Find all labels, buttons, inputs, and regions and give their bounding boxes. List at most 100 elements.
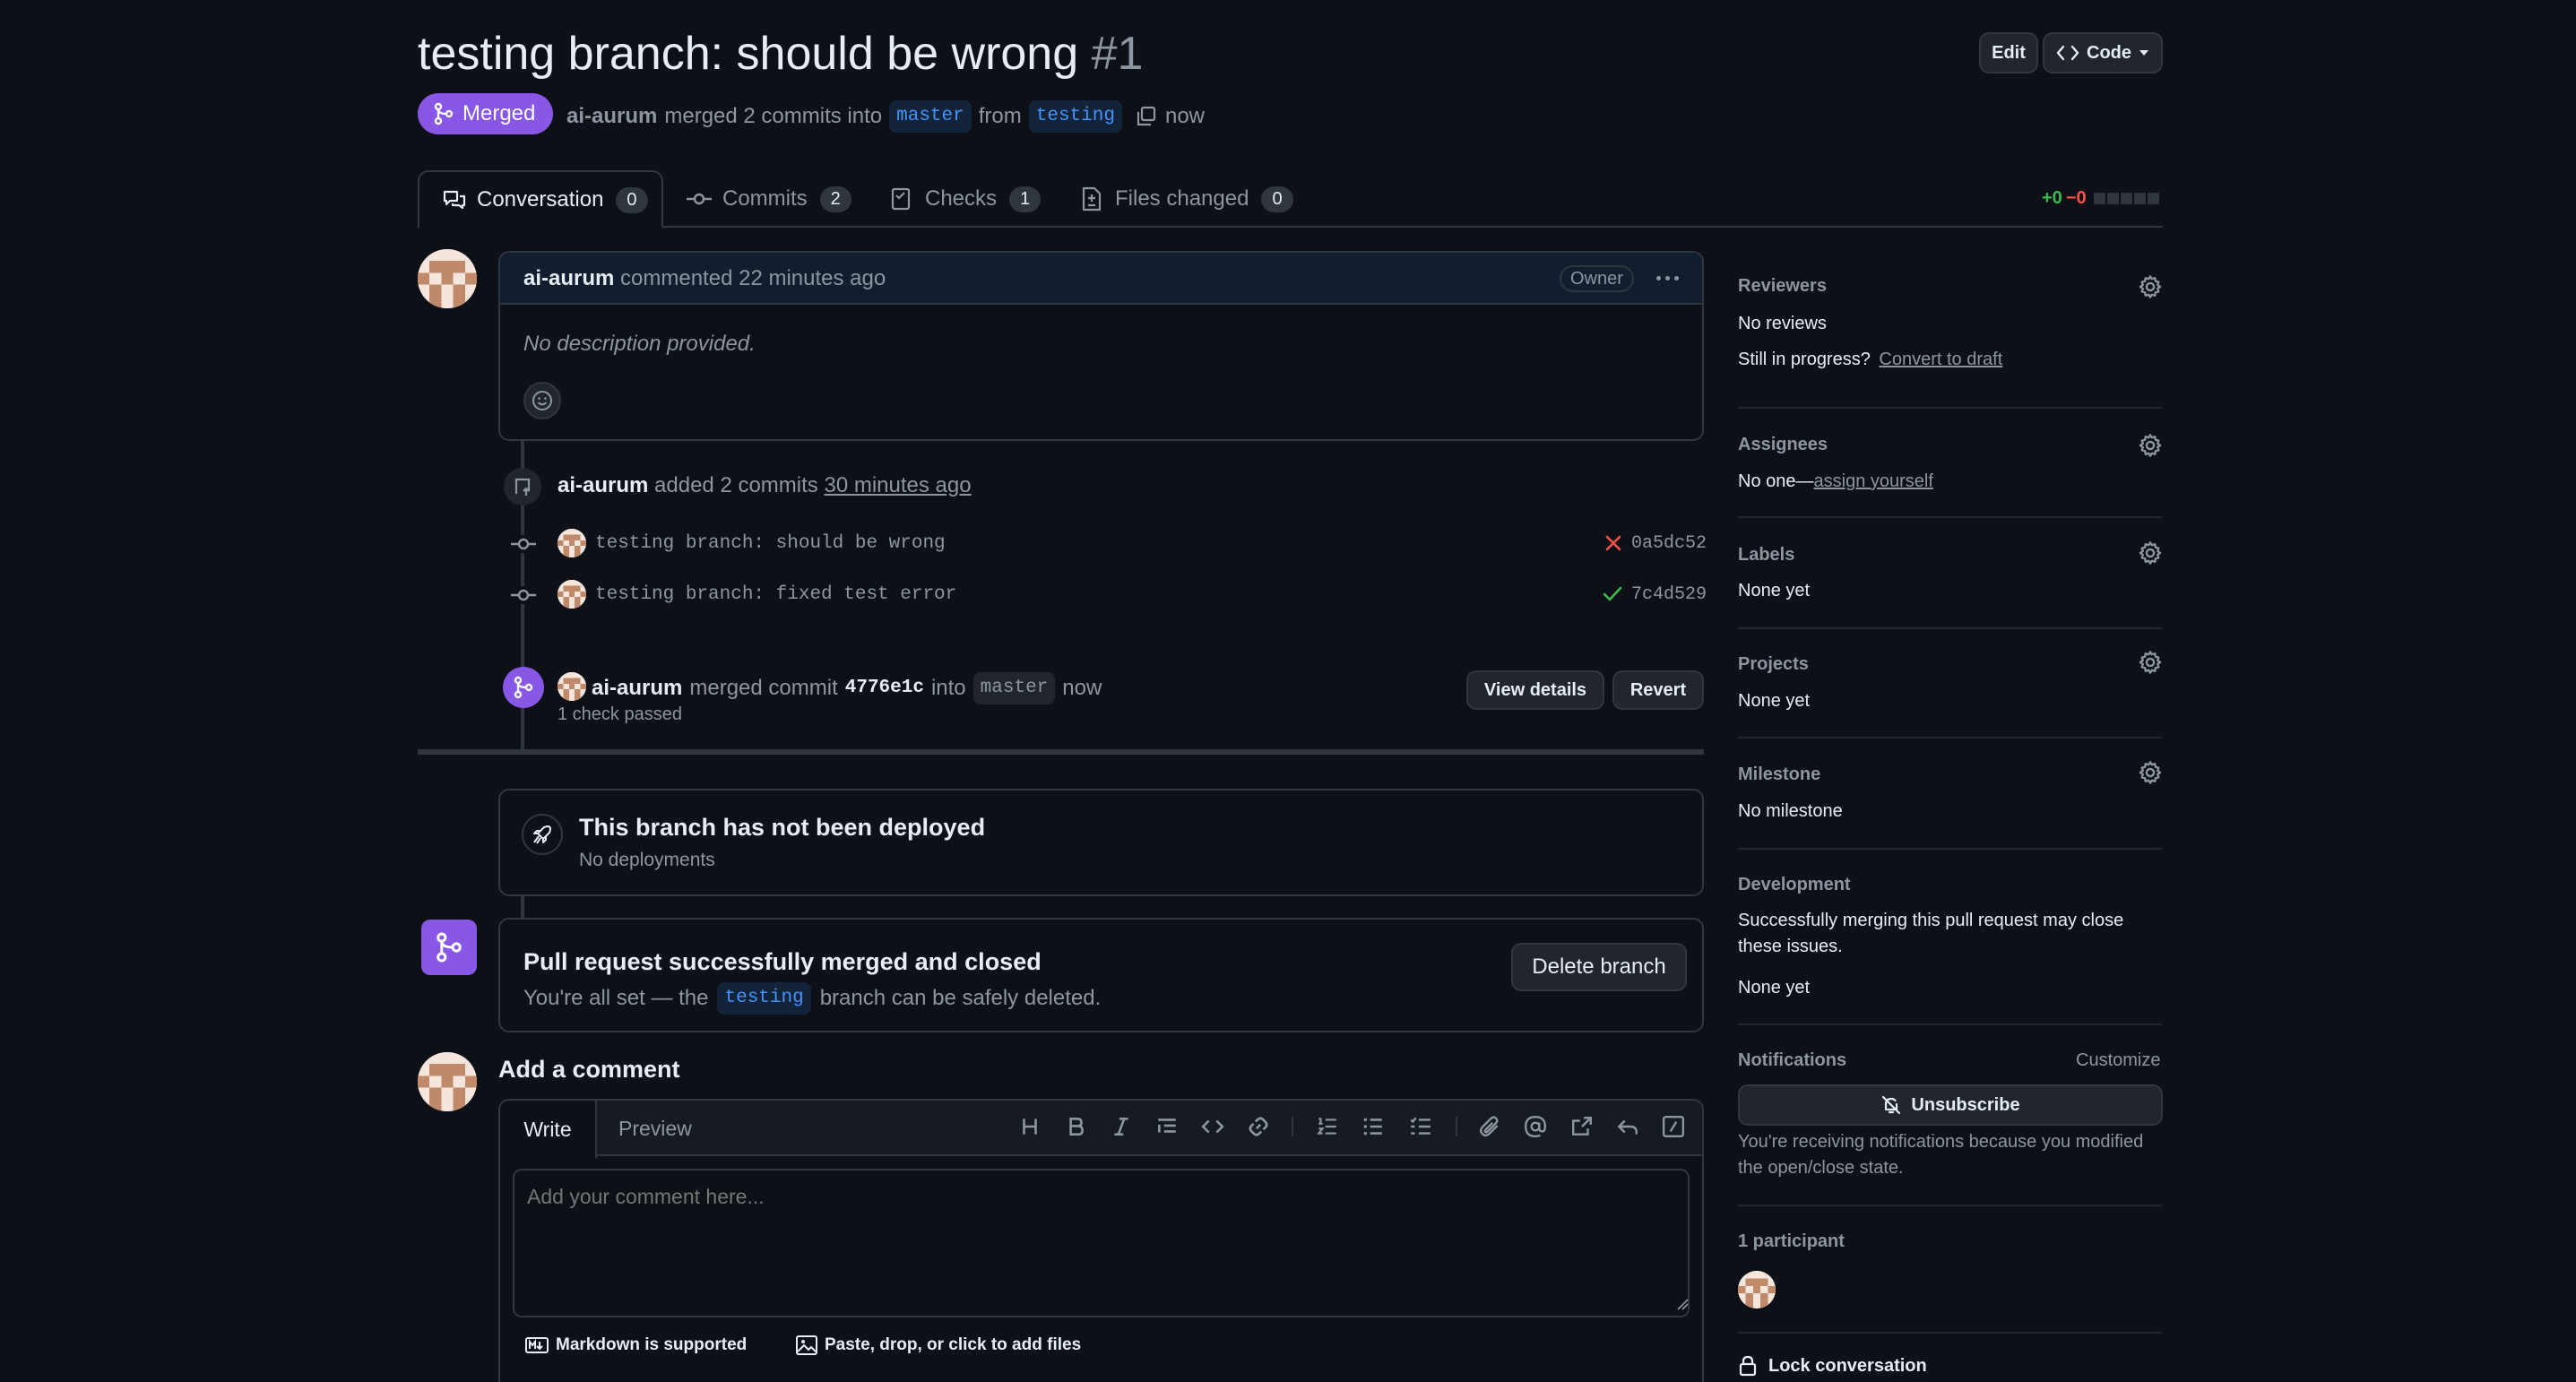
- comment-textarea[interactable]: [513, 1169, 1690, 1317]
- commit-sha[interactable]: 0a5dc52: [1631, 531, 1707, 557]
- x-icon[interactable]: [1604, 534, 1622, 552]
- link-icon[interactable]: [1245, 1113, 1272, 1140]
- code-button[interactable]: Code: [2043, 32, 2163, 73]
- base-branch[interactable]: master: [889, 100, 972, 133]
- bulleted-list-icon[interactable]: [1360, 1113, 1387, 1140]
- merge-avatar[interactable]: [558, 672, 586, 701]
- mention-icon[interactable]: [1522, 1113, 1549, 1140]
- head-branch[interactable]: testing: [1028, 100, 1122, 133]
- event-author[interactable]: ai-aurum: [558, 473, 648, 497]
- tab-checks[interactable]: Checks 1: [891, 170, 1042, 228]
- merge-target-branch[interactable]: master: [972, 672, 1056, 704]
- task-list-icon[interactable]: [1407, 1113, 1434, 1140]
- chevron-down-icon: [2139, 50, 2148, 56]
- deploy-title: This branch has not been deployed: [579, 814, 986, 841]
- cross-reference-icon[interactable]: [1569, 1113, 1595, 1140]
- code-icon[interactable]: [1199, 1113, 1226, 1140]
- merged-subtitle: You're all set — the testing branch can …: [523, 982, 1101, 1015]
- bold-icon[interactable]: [1062, 1113, 1089, 1140]
- unsubscribe-button[interactable]: Unsubscribe: [1738, 1084, 2163, 1126]
- author-link[interactable]: ai-aurum: [566, 102, 657, 131]
- projects-heading: Projects: [1738, 654, 1809, 674]
- markdown-icon: [525, 1337, 549, 1353]
- customize-link[interactable]: Customize: [2076, 1050, 2160, 1071]
- commit-avatar[interactable]: [558, 580, 586, 609]
- event-author[interactable]: ai-aurum: [592, 674, 682, 703]
- sidebar-divider: [1738, 627, 2162, 629]
- tab-conversation[interactable]: Conversation 0: [418, 170, 663, 228]
- projects-value: None yet: [1738, 691, 1811, 711]
- notification-reason-line2: the open/close state.: [1738, 1158, 1904, 1178]
- tab-counter: 2: [819, 186, 851, 212]
- edit-button[interactable]: Edit: [1979, 32, 2038, 73]
- gear-icon[interactable]: [2138, 650, 2163, 675]
- italic-icon[interactable]: [1108, 1113, 1135, 1140]
- tab-write[interactable]: Write: [500, 1101, 597, 1158]
- tab-preview[interactable]: Preview: [618, 1101, 692, 1156]
- merge-summary: ai-aurum merged 2 commits into master fr…: [566, 100, 1205, 133]
- gear-icon[interactable]: [2138, 760, 2163, 785]
- attach-files-note[interactable]: Paste, drop, or click to add files: [796, 1335, 1081, 1355]
- commit-avatar[interactable]: [558, 529, 586, 557]
- view-details-button[interactable]: View details: [1466, 670, 1604, 710]
- heading-icon[interactable]: [1016, 1113, 1043, 1140]
- check-icon[interactable]: [1603, 585, 1622, 603]
- commit-sha[interactable]: 7c4d529: [1631, 583, 1707, 608]
- development-heading: Development: [1738, 875, 1851, 894]
- paperclip-icon[interactable]: [1476, 1113, 1503, 1140]
- sidebar-divider: [1738, 737, 2162, 739]
- convert-to-draft-link[interactable]: Convert to draft: [1879, 350, 2002, 369]
- tab-counter: 0: [1261, 186, 1293, 212]
- smiley-icon: [532, 391, 552, 410]
- author-avatar[interactable]: [418, 249, 477, 308]
- checks-passed[interactable]: 1 check passed: [558, 704, 682, 725]
- development-value: None yet: [1738, 978, 1811, 998]
- milestone-heading: Milestone: [1738, 764, 1821, 784]
- tab-commits[interactable]: Commits 2: [687, 170, 851, 228]
- commit-message[interactable]: testing branch: fixed test error: [595, 583, 956, 608]
- assign-yourself-link[interactable]: assign yourself: [1814, 471, 1933, 491]
- delete-branch-button[interactable]: Delete branch: [1511, 943, 1687, 991]
- notifications-heading: Notifications: [1738, 1050, 1847, 1070]
- reply-icon[interactable]: [1614, 1113, 1641, 1140]
- numbered-list-icon[interactable]: [1314, 1113, 1341, 1140]
- lock-conversation-link[interactable]: Lock conversation: [1738, 1355, 1927, 1377]
- copy-icon[interactable]: [1135, 105, 1158, 128]
- bell-slash-icon: [1882, 1095, 1901, 1115]
- timeline-line-bottom: [521, 896, 524, 918]
- participant-avatar[interactable]: [1738, 1271, 1776, 1309]
- gear-icon[interactable]: [2138, 274, 2163, 299]
- add-reaction-button[interactable]: [523, 382, 561, 419]
- resize-handle-icon[interactable]: [1676, 1298, 1689, 1310]
- deletable-branch[interactable]: testing: [717, 982, 811, 1015]
- pr-title: testing branch: should be wrong: [418, 28, 1079, 80]
- pr-number: #1: [1091, 28, 1144, 80]
- merged-time: now: [1164, 104, 1205, 128]
- kebab-icon[interactable]: [1651, 267, 1683, 289]
- commit-message[interactable]: testing branch: should be wrong: [595, 531, 946, 557]
- gear-icon[interactable]: [2138, 540, 2163, 566]
- diffstat-blocks: [2093, 192, 2159, 204]
- tab-counter: 0: [616, 186, 648, 213]
- event-time[interactable]: 30 minutes ago: [824, 473, 971, 497]
- quote-icon[interactable]: [1154, 1113, 1180, 1140]
- status-badge: Merged: [418, 93, 554, 134]
- page-title: testing branch: should be wrong #1: [418, 25, 1143, 82]
- slash-commands-icon[interactable]: [1660, 1113, 1687, 1140]
- revert-button[interactable]: Revert: [1612, 670, 1704, 710]
- git-merge-icon: [437, 932, 462, 963]
- owner-badge: Owner: [1560, 265, 1634, 292]
- deploy-subtitle: No deployments: [579, 850, 715, 870]
- add-comment-heading: Add a comment: [498, 1056, 680, 1083]
- timeline-end-separator: [418, 749, 1704, 755]
- comment-author[interactable]: ai-aurum: [523, 266, 614, 290]
- gear-icon[interactable]: [2138, 433, 2163, 458]
- development-desc-line1: Successfully merging this pull request m…: [1738, 911, 2124, 930]
- merge-commit-sha[interactable]: 4776e1c: [845, 674, 924, 703]
- tab-files-changed[interactable]: Files changed 0: [1081, 170, 1293, 228]
- merge-event-text: ai-aurum merged commit 4776e1c into mast…: [592, 672, 1102, 704]
- current-user-avatar[interactable]: [418, 1052, 477, 1111]
- repo-push-icon: [504, 468, 541, 505]
- diffstat-added: +0: [2042, 187, 2062, 208]
- markdown-note[interactable]: Markdown is supported: [525, 1335, 747, 1355]
